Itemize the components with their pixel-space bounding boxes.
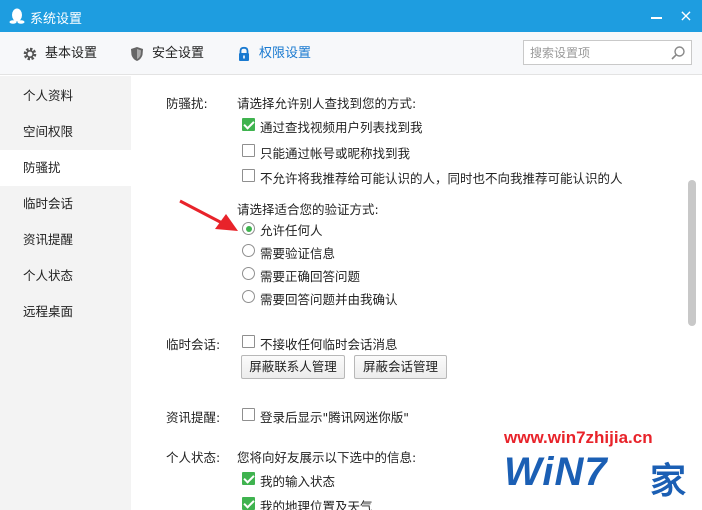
verify-allow-anyone-radio[interactable] <box>242 222 255 235</box>
status-prompt: 您将向好友展示以下选中的信息: <box>237 450 417 465</box>
section-label-anti-harassment: 防骚扰: <box>166 96 208 111</box>
find-option-account-only-checkbox[interactable] <box>242 144 255 157</box>
tab-label: 安全设置 <box>152 46 205 61</box>
block-contacts-button[interactable]: 屏蔽联系人管理 <box>241 355 345 379</box>
find-method-prompt: 请选择允许别人查找到您的方式: <box>237 96 417 111</box>
find-option-label: 不允许将我推荐给可能认识的人，同时也不向我推荐可能认识的人 <box>260 171 623 186</box>
gear-icon <box>23 47 37 61</box>
verify-option-label: 允许任何人 <box>260 223 323 238</box>
tab-label: 权限设置 <box>259 46 312 61</box>
qq-penguin-icon <box>9 8 25 24</box>
section-label-news-reminder: 资讯提醒: <box>166 410 221 425</box>
lock-icon <box>239 46 249 61</box>
show-location-weather-checkbox[interactable] <box>242 497 255 510</box>
close-button[interactable]: × <box>676 6 696 26</box>
verify-method-prompt: 请选择适合您的验证方式: <box>237 202 379 217</box>
find-option-no-recommend-checkbox[interactable] <box>242 169 255 182</box>
verify-correct-answer-radio[interactable] <box>242 267 255 280</box>
watermark-logo-suffix: 家 <box>650 461 687 502</box>
search-icon[interactable] <box>670 45 686 61</box>
search-input[interactable] <box>530 44 665 62</box>
sidebar-item-temp-session[interactable]: 临时会话 <box>0 186 131 222</box>
sidebar-item-profile[interactable]: 个人资料 <box>0 78 131 114</box>
show-mini-news-checkbox[interactable] <box>242 408 255 421</box>
watermark-url: www.win7zhijia.cn <box>504 428 653 447</box>
search-box[interactable] <box>523 40 692 65</box>
verify-option-label: 需要正确回答问题 <box>260 269 361 284</box>
find-option-video-list-checkbox[interactable] <box>242 118 255 131</box>
section-label-personal-status: 个人状态: <box>166 450 221 465</box>
shield-icon <box>131 47 143 61</box>
verify-option-label: 需要验证信息 <box>260 246 336 261</box>
block-sessions-button[interactable]: 屏蔽会话管理 <box>354 355 447 379</box>
scrollbar-thumb[interactable] <box>688 180 696 326</box>
sidebar: 个人资料 空间权限 防骚扰 临时会话 资讯提醒 个人状态 远程桌面 <box>0 76 131 510</box>
sidebar-item-space-permission[interactable]: 空间权限 <box>0 114 131 150</box>
window-title: 系统设置 <box>30 12 83 27</box>
watermark-logo: WiN7 <box>504 450 608 494</box>
find-option-label: 通过查找视频用户列表找到我 <box>260 120 423 135</box>
verify-answer-and-confirm-radio[interactable] <box>242 290 255 303</box>
sidebar-item-anti-harassment[interactable]: 防骚扰 <box>0 150 131 186</box>
sidebar-item-personal-status[interactable]: 个人状态 <box>0 258 131 294</box>
status-option-label: 我的地理位置及天气 <box>260 499 373 510</box>
status-option-label: 我的输入状态 <box>260 474 336 489</box>
show-mini-news-label: 登录后显示"腾讯网迷你版" <box>260 410 409 425</box>
section-label-temp-session: 临时会话: <box>166 337 221 352</box>
tab-label: 基本设置 <box>45 46 98 61</box>
sidebar-item-news-reminder[interactable]: 资讯提醒 <box>0 222 131 258</box>
title-bar: 系统设置 × <box>0 0 702 32</box>
minimize-button[interactable] <box>648 8 666 24</box>
annotation-arrow-icon <box>179 199 238 231</box>
show-typing-status-checkbox[interactable] <box>242 472 255 485</box>
sidebar-item-remote-desktop[interactable]: 远程桌面 <box>0 294 131 330</box>
find-option-label: 只能通过帐号或昵称找到我 <box>260 146 411 161</box>
reject-temp-session-checkbox[interactable] <box>242 335 255 348</box>
reject-temp-session-label: 不接收任何临时会话消息 <box>260 337 398 352</box>
watermark: www.win7zhijia.cn WiN7 家 <box>496 426 700 508</box>
verify-need-message-radio[interactable] <box>242 244 255 257</box>
verify-option-label: 需要回答问题并由我确认 <box>260 292 398 307</box>
